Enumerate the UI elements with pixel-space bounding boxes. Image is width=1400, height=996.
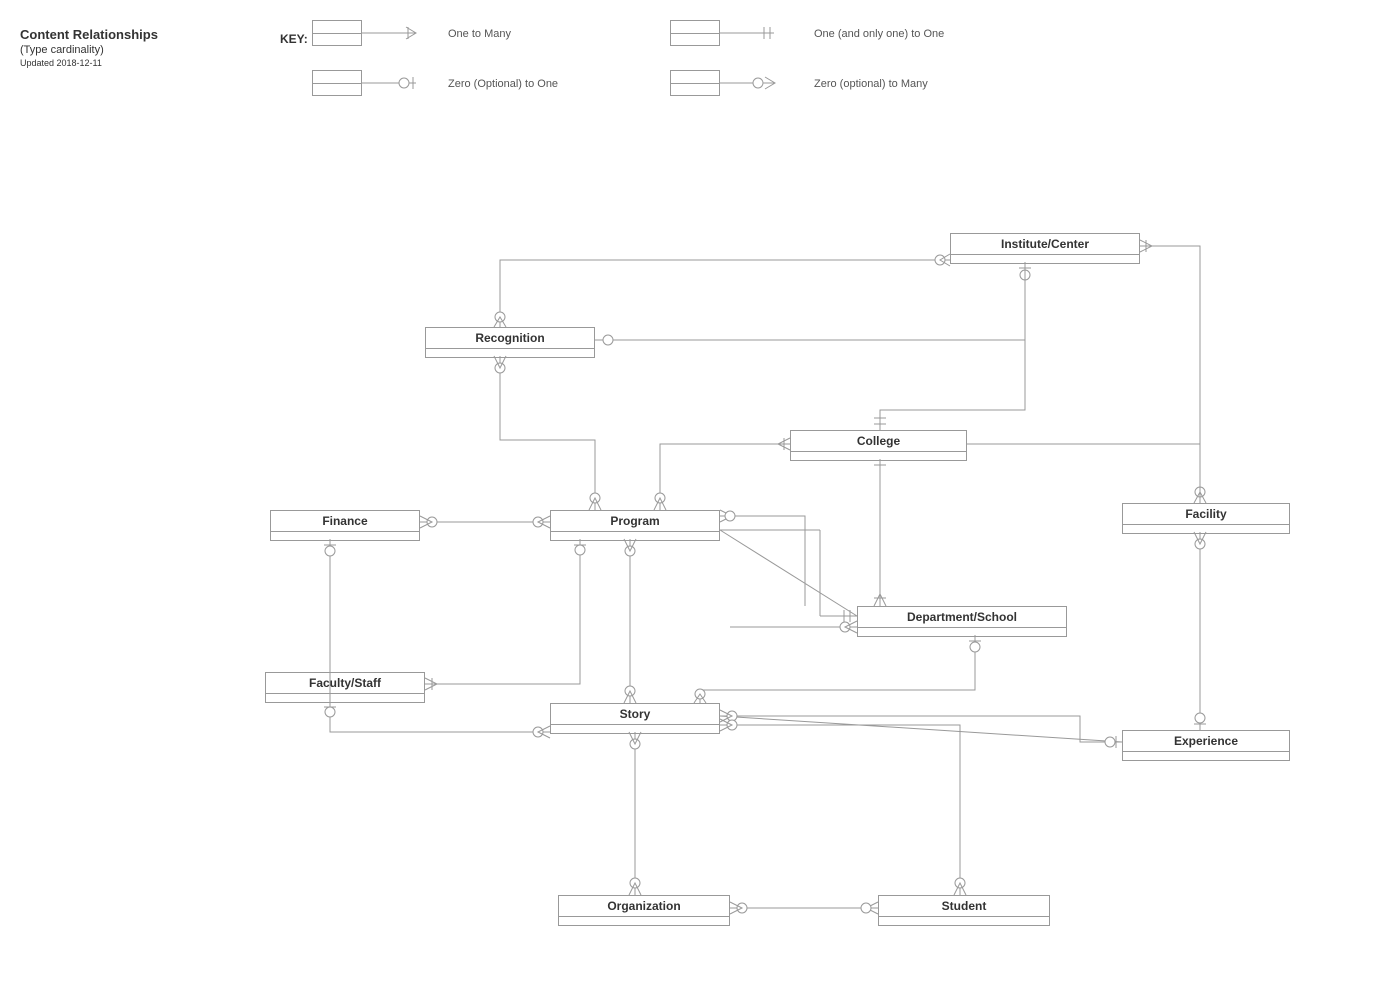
entity-recognition: Recognition: [425, 327, 595, 358]
entity-department-label: Department/School: [858, 607, 1066, 628]
diagram-updated: Updated 2018-12-11: [20, 58, 158, 68]
diagram-canvas: Content Relationships (Type cardinality)…: [0, 0, 1400, 996]
entity-program: Program: [550, 510, 720, 541]
entity-faculty-label: Faculty/Staff: [266, 673, 424, 694]
entity-student-label: Student: [879, 896, 1049, 917]
key-box-one-to-one: [670, 20, 720, 46]
key-box-one-to-many: [312, 20, 362, 46]
key-label: KEY:: [280, 32, 308, 46]
relationship-connectors: [0, 0, 1400, 996]
key-box-zero-to-one: [312, 70, 362, 96]
entity-experience-label: Experience: [1123, 731, 1289, 752]
entity-experience: Experience: [1122, 730, 1290, 761]
diagram-subtitle: (Type cardinality): [20, 44, 158, 56]
entity-program-label: Program: [551, 511, 719, 532]
key-box-zero-to-many: [670, 70, 720, 96]
entity-institute: Institute/Center: [950, 233, 1140, 264]
entity-student: Student: [878, 895, 1050, 926]
entity-facility: Facility: [1122, 503, 1290, 534]
entity-organization: Organization: [558, 895, 730, 926]
key-text-zero-to-one: Zero (Optional) to One: [448, 78, 558, 90]
entity-department: Department/School: [857, 606, 1067, 637]
entity-college: College: [790, 430, 967, 461]
diagram-title: Content Relationships: [20, 27, 158, 42]
entity-story: Story: [550, 703, 720, 734]
key-connectors: [0, 0, 1400, 996]
entity-institute-label: Institute/Center: [951, 234, 1139, 255]
entity-recognition-label: Recognition: [426, 328, 594, 349]
entity-organization-label: Organization: [559, 896, 729, 917]
entity-college-label: College: [791, 431, 966, 452]
entity-facility-label: Facility: [1123, 504, 1289, 525]
key-text-one-to-many: One to Many: [448, 28, 511, 40]
key-text-zero-to-many: Zero (optional) to Many: [814, 78, 928, 90]
diagram-header: Content Relationships (Type cardinality)…: [20, 27, 158, 68]
entity-faculty: Faculty/Staff: [265, 672, 425, 703]
entity-story-label: Story: [551, 704, 719, 725]
entity-finance: Finance: [270, 510, 420, 541]
key-text-one-to-one: One (and only one) to One: [814, 28, 944, 40]
entity-finance-label: Finance: [271, 511, 419, 532]
